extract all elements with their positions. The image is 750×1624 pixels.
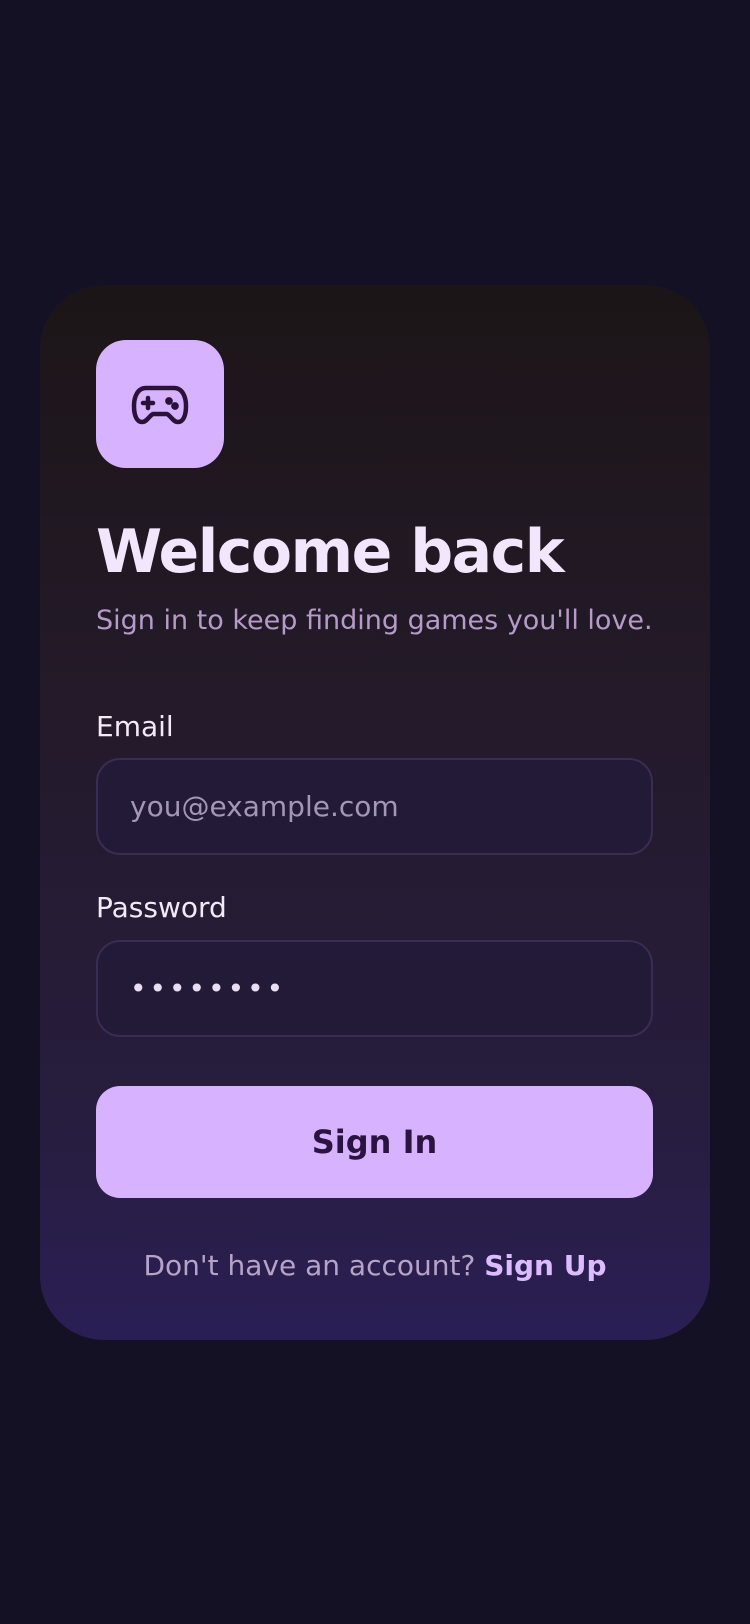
- login-card: Welcome back Sign in to keep finding gam…: [40, 285, 710, 1340]
- email-label: Email: [96, 710, 174, 743]
- password-label: Password: [96, 891, 227, 924]
- sign-in-button[interactable]: Sign In: [96, 1086, 653, 1198]
- page-title: Welcome back: [96, 517, 565, 587]
- signup-prompt: Don't have an account? Sign Up: [40, 1249, 710, 1282]
- page-subtitle: Sign in to keep finding games you'll lov…: [96, 605, 653, 636]
- signup-prompt-text: Don't have an account?: [143, 1249, 476, 1282]
- sign-up-link[interactable]: Sign Up: [484, 1249, 606, 1282]
- email-field[interactable]: [96, 758, 653, 855]
- app-logo: [96, 340, 224, 468]
- password-field[interactable]: [96, 940, 653, 1037]
- gamepad-icon: [131, 385, 189, 425]
